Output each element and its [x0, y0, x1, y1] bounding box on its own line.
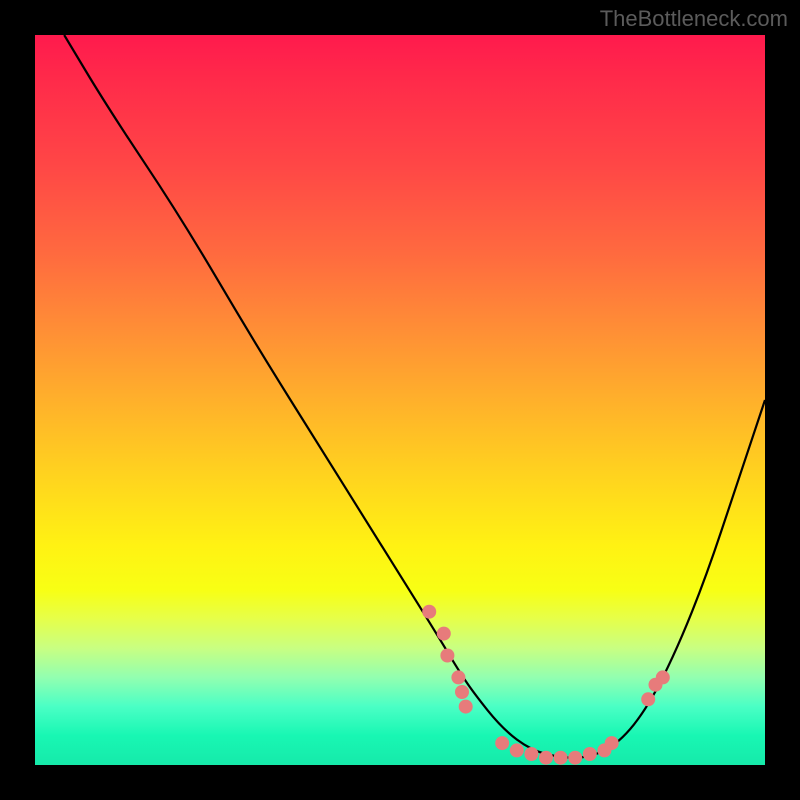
chart-container: TheBottleneck.com: [0, 0, 800, 800]
scatter-dot: [605, 736, 619, 750]
scatter-dot: [524, 747, 538, 761]
curve-layer: [64, 35, 765, 758]
scatter-dots: [422, 605, 670, 765]
scatter-dot: [568, 751, 582, 765]
plot-area: [35, 35, 765, 765]
curve-svg: [35, 35, 765, 765]
scatter-dot: [437, 627, 451, 641]
scatter-dot: [510, 743, 524, 757]
bottleneck-curve-path: [64, 35, 765, 758]
scatter-dot: [656, 670, 670, 684]
scatter-dot: [539, 751, 553, 765]
scatter-dot: [459, 700, 473, 714]
scatter-dot: [440, 649, 454, 663]
scatter-dot: [583, 747, 597, 761]
watermark-text: TheBottleneck.com: [600, 6, 788, 32]
scatter-dot: [641, 692, 655, 706]
scatter-dot: [422, 605, 436, 619]
scatter-dot: [451, 670, 465, 684]
scatter-dot: [495, 736, 509, 750]
scatter-dot: [554, 751, 568, 765]
scatter-dot: [455, 685, 469, 699]
